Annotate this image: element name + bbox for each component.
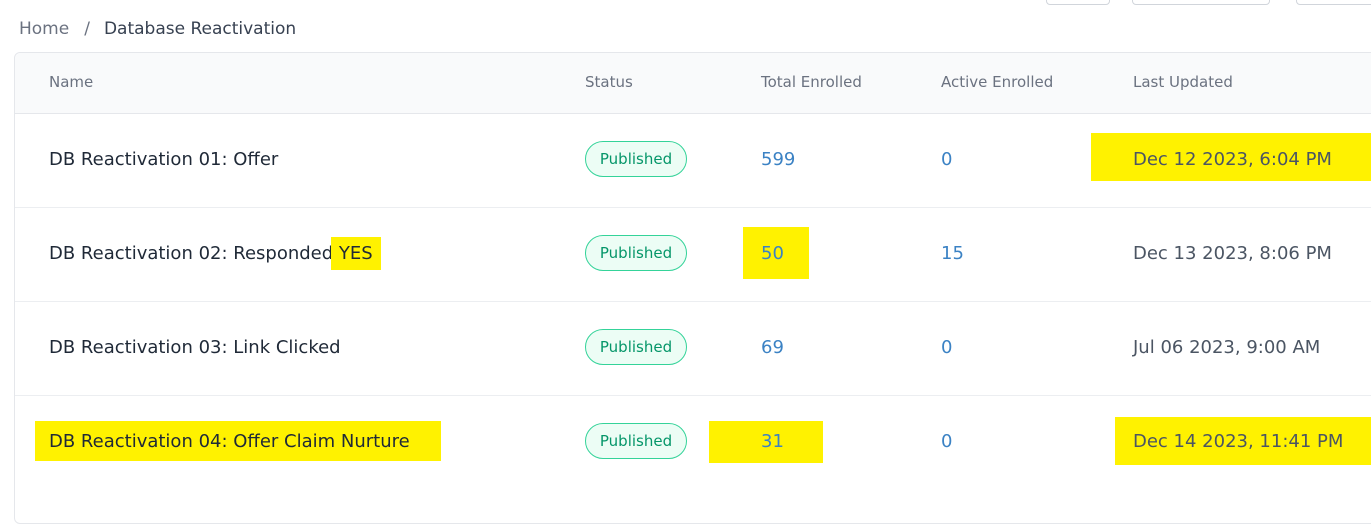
highlighted-text: YES [330,237,381,270]
total-enrolled-link[interactable]: 599 [761,149,795,170]
status-badge: Published [585,329,687,365]
column-header-total-enrolled[interactable]: Total Enrolled [761,73,862,91]
workflow-name-prefix: DB Reactivation 02: Responded [49,243,339,264]
top-button-2[interactable] [1132,0,1270,5]
workflow-name-link[interactable]: DB Reactivation 01: Offer [49,149,278,170]
last-updated: Dec 14 2023, 11:41 PM [1133,431,1344,452]
top-button-3[interactable] [1296,0,1371,5]
breadcrumb: Home / Database Reactivation [19,19,296,39]
breadcrumb-current: Database Reactivation [103,19,297,39]
workflow-name-link[interactable]: DB Reactivation 03: Link Clicked [49,337,341,358]
workflow-name-link[interactable]: DB Reactivation 02: Responded YES [49,237,381,270]
top-button-1[interactable] [1046,0,1110,5]
total-enrolled-link[interactable]: 50 [761,243,784,264]
workflow-name-link[interactable]: DB Reactivation 04: Offer Claim Nurture [49,431,410,452]
table-row[interactable]: DB Reactivation 02: Responded YES Publis… [15,207,1371,302]
column-header-name[interactable]: Name [49,73,93,91]
table-row[interactable]: DB Reactivation 04: Offer Claim Nurture … [15,395,1371,489]
active-enrolled-link[interactable]: 0 [941,431,952,452]
active-enrolled-link[interactable]: 0 [941,149,952,170]
table-row[interactable]: DB Reactivation 03: Link Clicked Publish… [15,301,1371,396]
total-enrolled-link[interactable]: 31 [761,431,784,452]
status-badge: Published [585,235,687,271]
active-enrolled-link[interactable]: 0 [941,337,952,358]
total-enrolled-link[interactable]: 69 [761,337,784,358]
last-updated: Jul 06 2023, 9:00 AM [1133,337,1321,358]
breadcrumb-separator: / [84,19,90,39]
last-updated: Dec 13 2023, 8:06 PM [1133,243,1332,264]
table-row[interactable]: DB Reactivation 01: Offer Published 599 … [15,113,1371,208]
column-header-last-updated[interactable]: Last Updated [1133,73,1233,91]
column-header-status[interactable]: Status [585,73,633,91]
column-header-active-enrolled[interactable]: Active Enrolled [941,73,1053,91]
breadcrumb-home-link[interactable]: Home [19,19,69,39]
active-enrolled-link[interactable]: 15 [941,243,964,264]
status-badge: Published [585,141,687,177]
workflows-table: Name Status Total Enrolled Active Enroll… [14,52,1371,524]
status-badge: Published [585,423,687,459]
table-header: Name Status Total Enrolled Active Enroll… [15,53,1371,114]
last-updated: Dec 12 2023, 6:04 PM [1133,149,1332,170]
